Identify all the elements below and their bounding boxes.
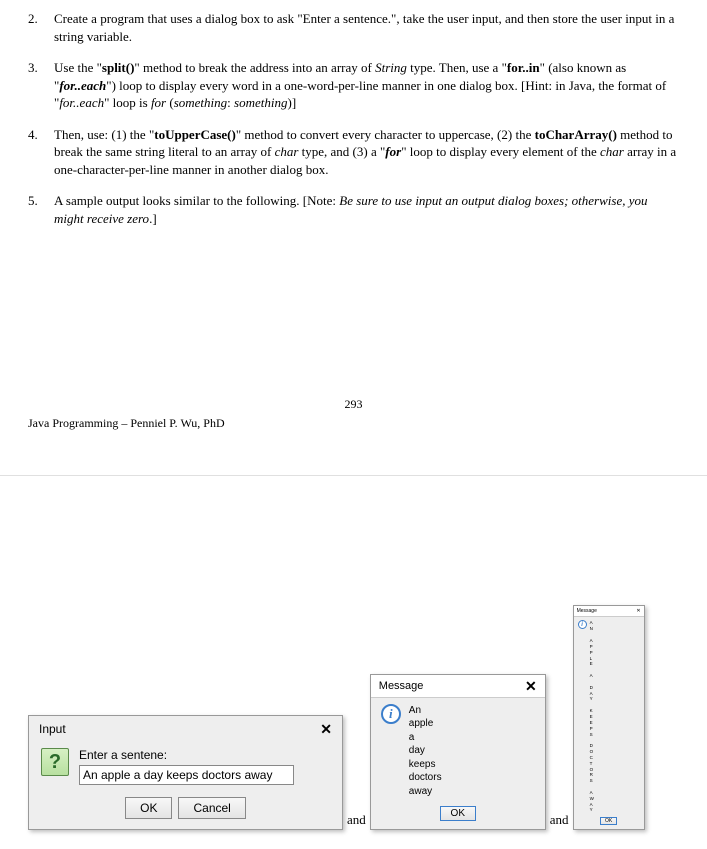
info-icon: i [381,704,401,724]
ok-button[interactable]: OK [440,806,476,821]
close-icon[interactable]: ✕ [636,608,640,614]
message-line: apple [409,717,442,731]
footer-text: Java Programming – Penniel P. Wu, PhD [28,416,679,431]
page-1: 2.Create a program that uses a dialog bo… [0,0,707,451]
cancel-button[interactable]: Cancel [178,797,245,819]
list-number: 5. [28,192,54,227]
dialog-title: Message [379,680,424,692]
message-line: a [409,731,442,745]
message-line: keeps [409,758,442,772]
info-icon: i [578,620,587,629]
dialog-buttons: OK [574,815,644,829]
list-number: 3. [28,59,54,112]
list-item: 2.Create a program that uses a dialog bo… [28,10,679,45]
list-item: 3.Use the "split()" method to break the … [28,59,679,112]
dialog-titlebar: Message ✕ [371,675,545,698]
ok-button[interactable]: OK [600,817,617,825]
char-dialog: Message ✕ i AN APPLE A DAY KEEPS DOCTORS… [573,605,645,830]
page-2: Input ✕ ? Enter a sentene: OK Cancel and… [0,595,707,840]
dialog-row: Input ✕ ? Enter a sentene: OK Cancel and… [28,605,693,830]
page-number: 293 [28,397,679,412]
dialog-buttons: OK Cancel [29,789,342,829]
char-line: Y [590,807,595,813]
and-label-1: and [347,812,366,830]
dialog-body: i Anappleadaykeepsdoctorsaway [371,698,545,803]
instruction-list: 2.Create a program that uses a dialog bo… [28,10,679,227]
dialog-body: ? Enter a sentene: [29,740,342,789]
message-line: An [409,704,442,718]
and-label-2: and [550,812,569,830]
dialog-titlebar: Message ✕ [574,606,644,617]
list-body: Then, use: (1) the "toUpperCase()" metho… [54,126,679,179]
sentence-input[interactable] [79,765,294,785]
page-gap [0,475,707,595]
close-icon[interactable]: ✕ [320,722,332,736]
message-dialog: Message ✕ i Anappleadaykeepsdoctorsaway … [370,674,546,831]
ok-button[interactable]: OK [125,797,172,819]
list-body: Create a program that uses a dialog box … [54,10,679,45]
dialog-title: Input [39,722,66,736]
list-item: 4.Then, use: (1) the "toUpperCase()" met… [28,126,679,179]
question-icon: ? [41,748,69,776]
list-number: 2. [28,10,54,45]
char-lines: AN APPLE A DAY KEEPS DOCTORS AWAY [590,620,595,813]
input-dialog: Input ✕ ? Enter a sentene: OK Cancel [28,715,343,830]
message-line: doctors [409,771,442,785]
dialog-title: Message [577,608,597,614]
list-number: 4. [28,126,54,179]
list-body: A sample output looks similar to the fol… [54,192,679,227]
input-prompt: Enter a sentene: [79,748,330,762]
input-fields: Enter a sentene: [79,748,330,785]
message-lines: Anappleadaykeepsdoctorsaway [409,704,442,799]
dialog-buttons: OK [371,802,545,829]
list-body: Use the "split()" method to break the ad… [54,59,679,112]
dialog-titlebar: Input ✕ [29,716,342,740]
dialog-body: i AN APPLE A DAY KEEPS DOCTORS AWAY [574,617,644,815]
char-line: W [590,796,595,802]
message-line: away [409,785,442,799]
close-icon[interactable]: ✕ [525,679,537,693]
message-line: day [409,744,442,758]
list-item: 5.A sample output looks similar to the f… [28,192,679,227]
